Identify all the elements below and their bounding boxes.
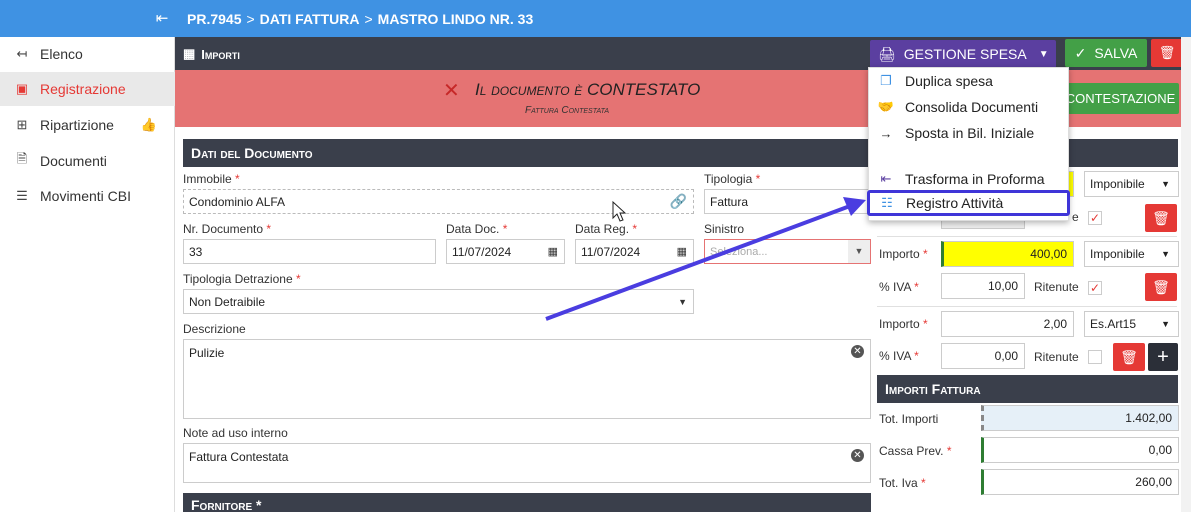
arrow-line	[545, 204, 851, 321]
mouse-cursor-icon	[612, 200, 627, 222]
annotation-arrow	[545, 197, 866, 321]
